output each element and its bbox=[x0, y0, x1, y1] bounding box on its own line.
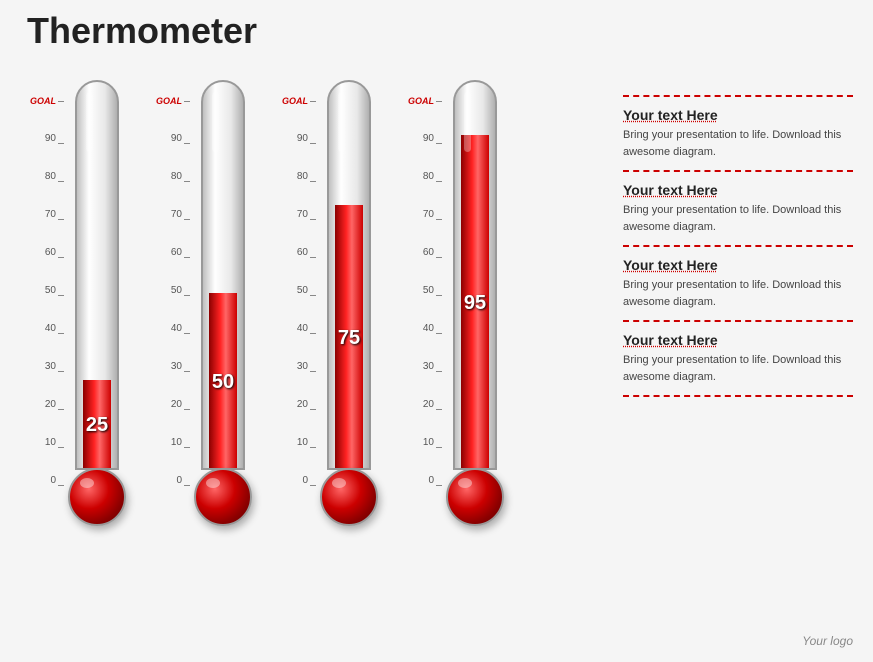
panel-heading-4: Your text Here bbox=[623, 332, 853, 348]
panel-heading-2: Your text Here bbox=[623, 182, 853, 198]
panel-heading-3: Your text Here bbox=[623, 257, 853, 273]
panel-text-2: Bring your presentation to life. Downloa… bbox=[623, 202, 853, 235]
thermometer-4: GOAL908070605040302010095 bbox=[408, 80, 504, 526]
thermometer-1: GOAL908070605040302010025 bbox=[30, 80, 126, 526]
panel-section-2: Your text Here Bring your presentation to… bbox=[623, 172, 853, 247]
panel-heading-1: Your text Here bbox=[623, 107, 853, 123]
right-panel: Your text Here Bring your presentation to… bbox=[623, 95, 853, 397]
thermo-value-1: 25 bbox=[86, 414, 108, 437]
panel-text-4: Bring your presentation to life. Downloa… bbox=[623, 352, 853, 385]
thermo-value-2: 50 bbox=[212, 371, 234, 394]
panel-text-1: Bring your presentation to life. Downloa… bbox=[623, 127, 853, 160]
panel-section-3: Your text Here Bring your presentation to… bbox=[623, 247, 853, 322]
thermometer-3: GOAL908070605040302010075 bbox=[282, 80, 378, 526]
panel-text-3: Bring your presentation to life. Downloa… bbox=[623, 277, 853, 310]
page-title: Thermometer bbox=[27, 10, 257, 52]
thermometer-2: GOAL908070605040302010050 bbox=[156, 80, 252, 526]
thermo-value-4: 95 bbox=[464, 292, 486, 315]
panel-section-1: Your text Here Bring your presentation to… bbox=[623, 95, 853, 172]
thermometers-container: GOAL908070605040302010025 GOAL90807060504… bbox=[30, 80, 504, 526]
thermo-value-3: 75 bbox=[338, 327, 360, 350]
panel-section-4: Your text Here Bring your presentation to… bbox=[623, 322, 853, 397]
logo: Your logo bbox=[802, 634, 853, 648]
